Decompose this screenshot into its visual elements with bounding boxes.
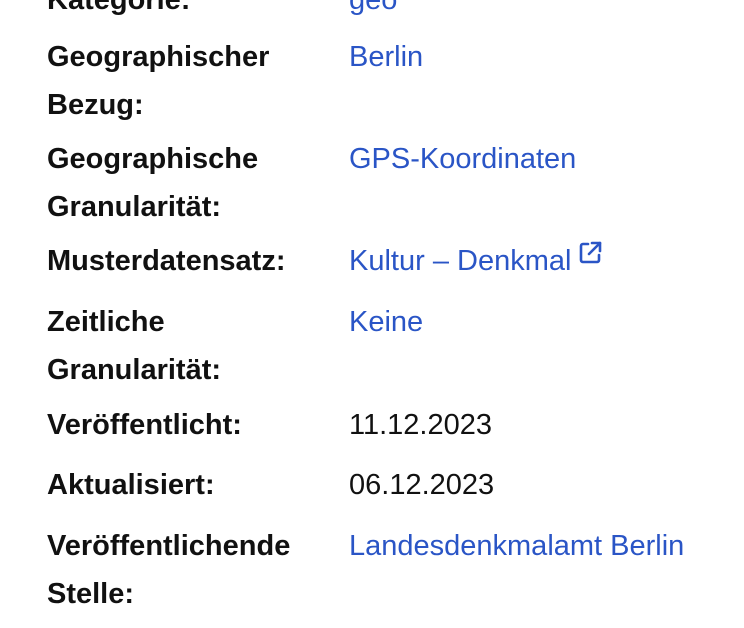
link-musterdatensatz-text: Kultur – Denkmal — [349, 245, 572, 277]
external-link-icon — [577, 240, 603, 266]
label-musterdatensatz: Musterdatensatz: — [47, 245, 286, 277]
link-veroeffentlichende-stelle[interactable]: Landesdenkmalamt Berlin — [349, 522, 684, 570]
value-veroeffentlicht: 11.12.2023 — [349, 409, 492, 441]
link-zeitliche-granularitaet[interactable]: Keine — [349, 298, 423, 346]
link-geographische-granularitaet[interactable]: GPS-Koordinaten — [349, 135, 576, 183]
value-aktualisiert: 06.12.2023 — [349, 469, 495, 501]
label-veroeffentlicht: Veröffentlicht: — [47, 409, 242, 441]
label-kategorie: Kategorie: — [47, 0, 191, 16]
label-geographischer-bezug: Geographischer Bezug: — [47, 41, 270, 121]
label-zeitliche-granularitaet: Zeitliche Granularität: — [47, 306, 222, 386]
link-geographischer-bezug[interactable]: Berlin — [349, 33, 423, 81]
link-kategorie[interactable]: geo — [349, 0, 397, 24]
label-aktualisiert: Aktualisiert: — [47, 469, 215, 501]
label-veroeffentlichende-stelle: Veröffentlichende Stelle: — [47, 530, 291, 610]
link-musterdatensatz[interactable]: Kultur – Denkmal — [349, 237, 603, 285]
label-geographische-granularitaet: Geographische Granularität: — [47, 143, 259, 223]
